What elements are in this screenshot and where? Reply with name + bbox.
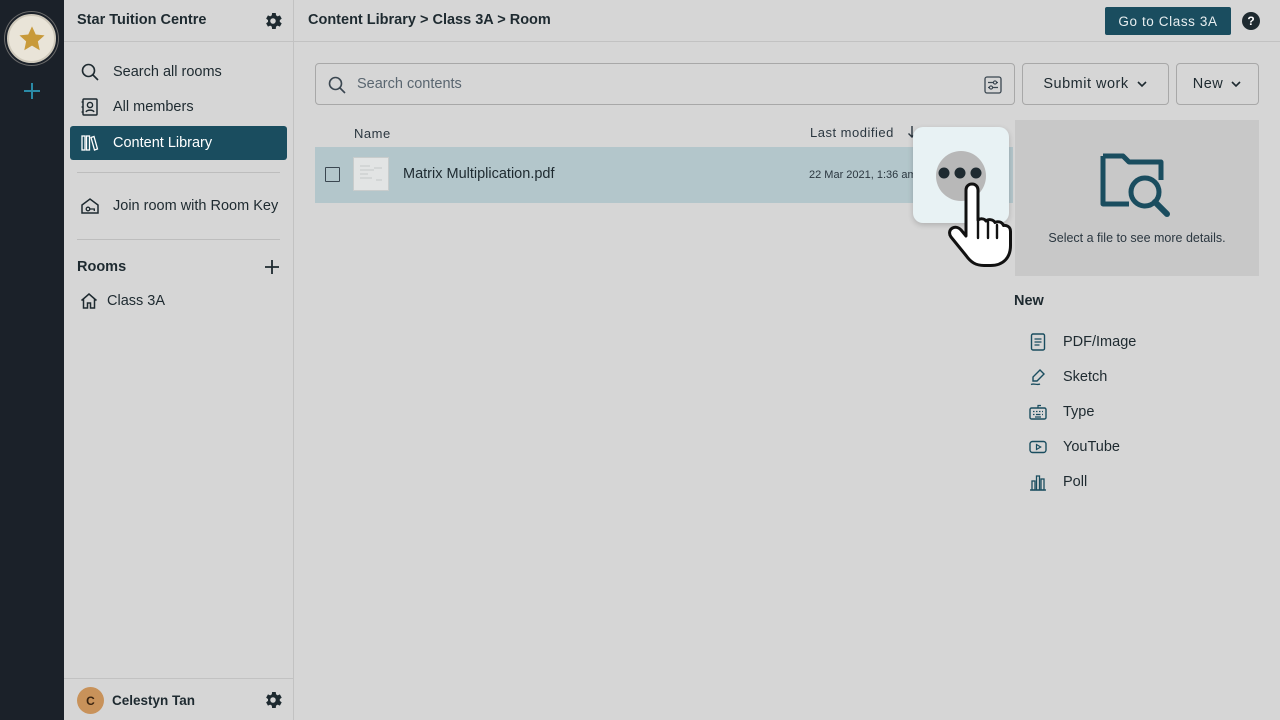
home-icon: [81, 293, 97, 309]
sidebar-item-all-members[interactable]: All members: [70, 90, 287, 124]
sidebar-item-join-room[interactable]: Join room with Room Key: [70, 189, 287, 223]
new-label: New: [1192, 76, 1224, 92]
search-icon: [80, 62, 100, 82]
gear-icon[interactable]: [262, 689, 284, 711]
new-item-label: Poll: [1063, 474, 1088, 490]
submit-work-button[interactable]: Submit work: [1022, 63, 1169, 105]
new-item-label: Type: [1063, 404, 1095, 420]
chevron-down-icon: [1231, 81, 1241, 88]
user-footer: C Celestyn Tan: [64, 678, 293, 720]
new-item-label: PDF/Image: [1063, 334, 1137, 350]
top-bar: Content Library > Class 3A > Room Go to …: [294, 0, 1280, 42]
new-poll[interactable]: Poll: [1028, 467, 1228, 497]
new-sketch[interactable]: Sketch: [1028, 362, 1228, 392]
star-icon: [18, 25, 45, 50]
plus-icon: [24, 83, 40, 99]
column-header-last-modified[interactable]: Last modified: [810, 125, 894, 140]
library-icon: [80, 133, 100, 153]
file-name[interactable]: Matrix Multiplication.pdf: [403, 166, 555, 182]
divider: [77, 172, 280, 173]
breadcrumb: Content Library > Class 3A > Room: [308, 12, 551, 28]
sidebar-item-label: Content Library: [113, 135, 213, 151]
document-icon: [1028, 332, 1048, 352]
app-rail: [0, 0, 64, 720]
sidebar-item-label: Join room with Room Key: [113, 198, 279, 214]
sidebar-item-label: All members: [113, 99, 194, 115]
details-panel: Select a file to see more details.: [1015, 120, 1259, 276]
file-thumbnail: [353, 157, 389, 191]
details-message: Select a file to see more details.: [1048, 231, 1226, 245]
rooms-heading: Rooms: [77, 259, 127, 275]
new-item-label: Sketch: [1063, 369, 1108, 385]
keyboard-icon: [1028, 402, 1048, 422]
youtube-icon: [1028, 437, 1048, 457]
row-checkbox[interactable]: [325, 167, 340, 182]
more-options-button[interactable]: [913, 127, 1009, 223]
sidebar-item-search-all-rooms[interactable]: Search all rooms: [70, 55, 287, 89]
org-name: Star Tuition Centre: [77, 12, 207, 28]
room-item-class-3a[interactable]: Class 3A: [70, 285, 287, 317]
avatar[interactable]: C: [77, 687, 104, 714]
sidebar-item-label: Search all rooms: [113, 64, 222, 80]
search-bar: [315, 63, 1015, 105]
new-button[interactable]: New: [1176, 63, 1259, 105]
search-icon: [328, 76, 346, 94]
bar-chart-icon: [1028, 472, 1048, 492]
folder-search-icon: [1100, 153, 1170, 217]
search-input[interactable]: [357, 73, 957, 95]
submit-work-label: Submit work: [1043, 76, 1129, 92]
new-item-label: YouTube: [1063, 439, 1120, 455]
new-youtube[interactable]: YouTube: [1028, 432, 1228, 462]
filter-icon[interactable]: [983, 75, 1003, 95]
add-org-button[interactable]: [19, 78, 45, 104]
user-name: Celestyn Tan: [112, 693, 196, 708]
divider: [77, 239, 280, 240]
help-icon[interactable]: ?: [1242, 12, 1260, 30]
chevron-down-icon: [1137, 81, 1147, 88]
sidebar-item-content-library[interactable]: Content Library: [70, 126, 287, 160]
members-icon: [80, 97, 100, 117]
file-modified-date: 22 Mar 2021, 1:36 am: [809, 169, 917, 181]
org-logo[interactable]: [7, 14, 56, 63]
add-room-icon[interactable]: [262, 257, 282, 277]
house-key-icon: [80, 196, 100, 216]
new-panel-title: New: [1014, 293, 1044, 309]
table-row[interactable]: Matrix Multiplication.pdf 22 Mar 2021, 1…: [315, 147, 1013, 203]
new-pdf-image[interactable]: PDF/Image: [1028, 327, 1228, 357]
go-to-class-button[interactable]: Go to Class 3A: [1105, 7, 1231, 35]
new-type[interactable]: Type: [1028, 397, 1228, 427]
gear-icon[interactable]: [262, 10, 284, 32]
pen-icon: [1028, 367, 1048, 387]
org-header: Star Tuition Centre: [64, 0, 293, 42]
sidebar: Star Tuition Centre Search all rooms All…: [64, 0, 294, 720]
room-label: Class 3A: [107, 293, 166, 309]
more-horizontal-icon: [938, 167, 982, 179]
column-header-name[interactable]: Name: [354, 126, 391, 141]
